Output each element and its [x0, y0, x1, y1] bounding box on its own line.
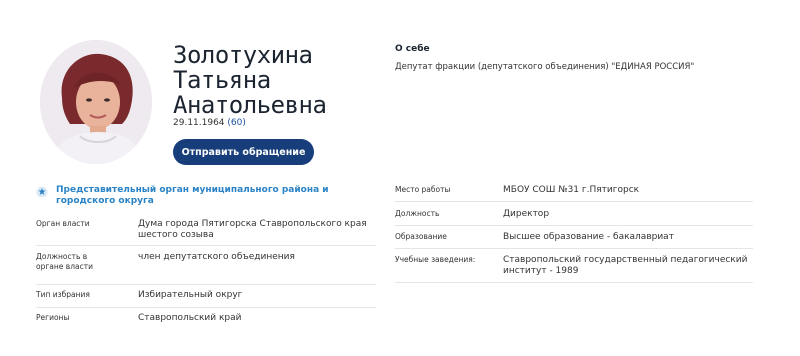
row-value: Ставропольский край [138, 313, 242, 323]
row-value: Директор [503, 209, 550, 219]
row-label: Регионы [36, 313, 70, 322]
table-row: Должность в органе власти член депутатск… [36, 246, 376, 285]
row-value: Ставропольский государственный педагогич… [503, 255, 748, 276]
row-label: Должность в органе власти [36, 252, 93, 271]
row-value: Избирательный округ [138, 290, 243, 300]
table-row: Регионы Ставропольский край [36, 308, 376, 330]
birth-date-line: 29.11.1964 (60) [173, 118, 246, 128]
organ-title: Представительный орган муниципального ра… [56, 185, 329, 206]
about-text: Депутат фракции (депутатского объединени… [395, 62, 695, 72]
name-line-first: Татьяна [173, 66, 271, 94]
table-row: Место работы МБОУ СОШ №31 г.Пятигорск [395, 181, 753, 202]
organ-table: Орган власти Дума города Пятигорска Став… [36, 214, 376, 330]
row-value: член депутатского объединения [138, 252, 295, 262]
birth-date: 29.11.1964 [173, 118, 225, 128]
row-label: Место работы [395, 185, 451, 194]
row-label: Тип избрания [36, 290, 90, 299]
row-label: Орган власти [36, 219, 90, 228]
emblem-icon [36, 186, 48, 198]
name-line-patronymic: Анатольевна [173, 91, 327, 119]
row-label: Учебные заведения: [395, 255, 476, 264]
avatar [40, 40, 152, 164]
row-label: Образование [395, 232, 447, 241]
row-value: Высшее образование - бакалавриат [503, 232, 674, 242]
name-line-surname: Золотухина [173, 41, 313, 69]
table-row: Тип избрания Избирательный округ [36, 285, 376, 308]
row-value: Дума города Пятигорска Ставропольского к… [138, 219, 367, 240]
portrait-photo [40, 40, 152, 164]
deputy-name: Золотухина Татьяна Анатольевна [173, 41, 327, 119]
age: (60) [227, 118, 246, 128]
send-appeal-button[interactable]: Отправить обращение [173, 139, 314, 165]
organ-header: Представительный орган муниципального ра… [36, 185, 376, 207]
table-row: Должность Директор [395, 202, 753, 226]
table-row: Образование Высшее образование - бакалав… [395, 226, 753, 249]
table-row: Орган власти Дума города Пятигорска Став… [36, 214, 376, 246]
table-row: Учебные заведения: Ставропольский госуда… [395, 249, 753, 283]
about-title: О себе [395, 44, 430, 54]
work-table: Место работы МБОУ СОШ №31 г.Пятигорск До… [395, 181, 753, 283]
row-value: МБОУ СОШ №31 г.Пятигорск [503, 185, 640, 195]
row-label: Должность [395, 209, 440, 218]
